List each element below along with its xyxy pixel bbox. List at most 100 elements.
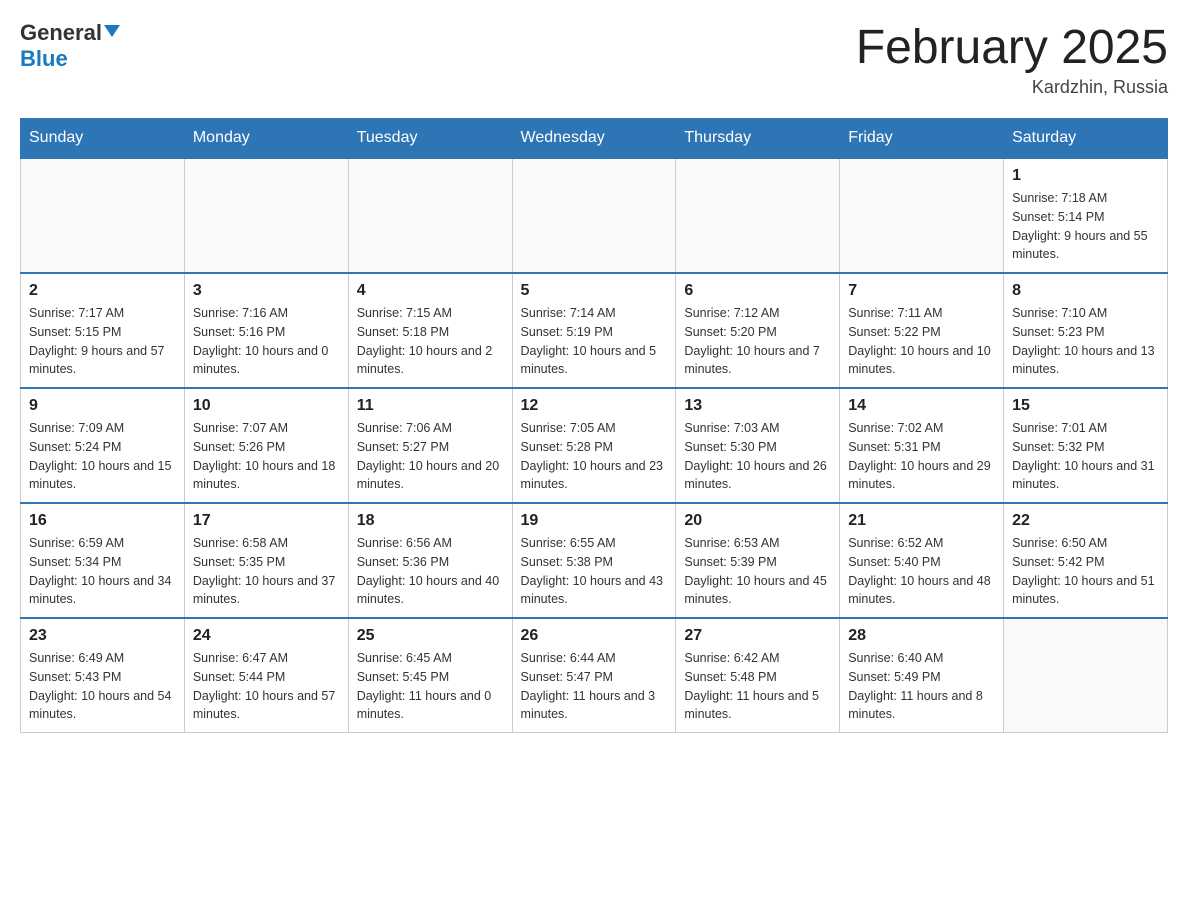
logo-triangle-icon	[104, 25, 120, 37]
day-number: 13	[684, 397, 831, 415]
day-of-week-header: Sunday	[21, 119, 185, 159]
day-info: Sunrise: 6:56 AMSunset: 5:36 PMDaylight:…	[357, 534, 504, 609]
calendar-day-cell: 18Sunrise: 6:56 AMSunset: 5:36 PMDayligh…	[348, 503, 512, 618]
day-info: Sunrise: 7:16 AMSunset: 5:16 PMDaylight:…	[193, 304, 340, 379]
calendar-day-cell	[512, 158, 676, 273]
calendar-week-row: 9 Sunrise: 7:09 AMSunset: 5:24 PMDaylight…	[21, 388, 1168, 503]
day-info: Sunrise: 6:44 AMSunset: 5:47 PMDaylight:…	[521, 649, 668, 724]
day-number: 8	[1012, 282, 1159, 300]
calendar-day-cell: 2Sunrise: 7:17 AMSunset: 5:15 PMDaylight…	[21, 273, 185, 388]
day-info: Sunrise: 6:45 AMSunset: 5:45 PMDaylight:…	[357, 649, 504, 724]
title-section: February 2025 Kardzhin, Russia	[856, 20, 1168, 98]
day-number: 23	[29, 627, 176, 645]
logo-general-text: General	[20, 20, 102, 46]
calendar-day-cell: 20 Sunrise: 6:53 AMSunset: 5:39 PMDayligh…	[676, 503, 840, 618]
day-info: Sunrise: 7:18 AMSunset: 5:14 PMDaylight:…	[1012, 189, 1159, 264]
calendar-day-cell	[1004, 618, 1168, 733]
calendar-day-cell: 1 Sunrise: 7:18 AMSunset: 5:14 PMDaylight…	[1004, 158, 1168, 273]
calendar-day-cell: 6 Sunrise: 7:12 AMSunset: 5:20 PMDaylight…	[676, 273, 840, 388]
day-number: 12	[521, 397, 668, 415]
day-info: Sunrise: 7:11 AMSunset: 5:22 PMDaylight:…	[848, 304, 995, 379]
day-info: Sunrise: 7:03 AMSunset: 5:30 PMDaylight:…	[684, 419, 831, 494]
calendar-week-row: 2Sunrise: 7:17 AMSunset: 5:15 PMDaylight…	[21, 273, 1168, 388]
day-number: 24	[193, 627, 340, 645]
logo: General Blue	[20, 20, 120, 72]
day-info: Sunrise: 7:07 AMSunset: 5:26 PMDaylight:…	[193, 419, 340, 494]
calendar-day-cell: 4 Sunrise: 7:15 AMSunset: 5:18 PMDaylight…	[348, 273, 512, 388]
day-info: Sunrise: 6:58 AMSunset: 5:35 PMDaylight:…	[193, 534, 340, 609]
calendar-day-cell: 23Sunrise: 6:49 AMSunset: 5:43 PMDayligh…	[21, 618, 185, 733]
day-of-week-header: Friday	[840, 119, 1004, 159]
day-info: Sunrise: 6:50 AMSunset: 5:42 PMDaylight:…	[1012, 534, 1159, 609]
day-number: 17	[193, 512, 340, 530]
day-number: 22	[1012, 512, 1159, 530]
day-of-week-header: Saturday	[1004, 119, 1168, 159]
calendar-day-cell	[184, 158, 348, 273]
day-info: Sunrise: 7:10 AMSunset: 5:23 PMDaylight:…	[1012, 304, 1159, 379]
calendar-day-cell	[348, 158, 512, 273]
calendar-day-cell: 22 Sunrise: 6:50 AMSunset: 5:42 PMDayligh…	[1004, 503, 1168, 618]
day-info: Sunrise: 7:12 AMSunset: 5:20 PMDaylight:…	[684, 304, 831, 379]
day-number: 19	[521, 512, 668, 530]
day-number: 7	[848, 282, 995, 300]
calendar-day-cell: 5 Sunrise: 7:14 AMSunset: 5:19 PMDaylight…	[512, 273, 676, 388]
day-number: 15	[1012, 397, 1159, 415]
day-number: 4	[357, 282, 504, 300]
day-of-week-header: Wednesday	[512, 119, 676, 159]
day-info: Sunrise: 6:52 AMSunset: 5:40 PMDaylight:…	[848, 534, 995, 609]
day-info: Sunrise: 6:53 AMSunset: 5:39 PMDaylight:…	[684, 534, 831, 609]
day-number: 5	[521, 282, 668, 300]
calendar-day-cell: 9 Sunrise: 7:09 AMSunset: 5:24 PMDaylight…	[21, 388, 185, 503]
day-info: Sunrise: 7:09 AMSunset: 5:24 PMDaylight:…	[29, 419, 176, 494]
day-number: 1	[1012, 167, 1159, 185]
day-of-week-header: Thursday	[676, 119, 840, 159]
calendar-day-cell: 27 Sunrise: 6:42 AMSunset: 5:48 PMDayligh…	[676, 618, 840, 733]
day-info: Sunrise: 7:15 AMSunset: 5:18 PMDaylight:…	[357, 304, 504, 379]
month-title: February 2025	[856, 20, 1168, 75]
day-number: 11	[357, 397, 504, 415]
calendar-day-cell: 14 Sunrise: 7:02 AMSunset: 5:31 PMDayligh…	[840, 388, 1004, 503]
day-number: 20	[684, 512, 831, 530]
calendar-day-cell: 13 Sunrise: 7:03 AMSunset: 5:30 PMDayligh…	[676, 388, 840, 503]
location: Kardzhin, Russia	[856, 77, 1168, 98]
calendar-week-row: 23Sunrise: 6:49 AMSunset: 5:43 PMDayligh…	[21, 618, 1168, 733]
day-info: Sunrise: 7:02 AMSunset: 5:31 PMDaylight:…	[848, 419, 995, 494]
page-header: General Blue February 2025 Kardzhin, Rus…	[20, 20, 1168, 98]
day-number: 6	[684, 282, 831, 300]
calendar-day-cell: 16 Sunrise: 6:59 AMSunset: 5:34 PMDayligh…	[21, 503, 185, 618]
calendar-day-cell: 7 Sunrise: 7:11 AMSunset: 5:22 PMDaylight…	[840, 273, 1004, 388]
day-info: Sunrise: 6:42 AMSunset: 5:48 PMDaylight:…	[684, 649, 831, 724]
calendar-week-row: 16 Sunrise: 6:59 AMSunset: 5:34 PMDayligh…	[21, 503, 1168, 618]
calendar-day-cell: 12 Sunrise: 7:05 AMSunset: 5:28 PMDayligh…	[512, 388, 676, 503]
day-number: 9	[29, 397, 176, 415]
calendar-day-cell	[840, 158, 1004, 273]
day-number: 3	[193, 282, 340, 300]
calendar-day-cell: 3 Sunrise: 7:16 AMSunset: 5:16 PMDaylight…	[184, 273, 348, 388]
day-number: 28	[848, 627, 995, 645]
calendar-day-cell: 11 Sunrise: 7:06 AMSunset: 5:27 PMDayligh…	[348, 388, 512, 503]
day-info: Sunrise: 7:14 AMSunset: 5:19 PMDaylight:…	[521, 304, 668, 379]
calendar-day-cell: 21 Sunrise: 6:52 AMSunset: 5:40 PMDayligh…	[840, 503, 1004, 618]
logo-blue-text: Blue	[20, 46, 68, 72]
calendar-table: SundayMondayTuesdayWednesdayThursdayFrid…	[20, 118, 1168, 733]
calendar-day-cell: 25 Sunrise: 6:45 AMSunset: 5:45 PMDayligh…	[348, 618, 512, 733]
day-number: 14	[848, 397, 995, 415]
calendar-day-cell	[676, 158, 840, 273]
calendar-day-cell: 19Sunrise: 6:55 AMSunset: 5:38 PMDayligh…	[512, 503, 676, 618]
day-number: 21	[848, 512, 995, 530]
day-info: Sunrise: 7:06 AMSunset: 5:27 PMDaylight:…	[357, 419, 504, 494]
day-info: Sunrise: 7:05 AMSunset: 5:28 PMDaylight:…	[521, 419, 668, 494]
day-info: Sunrise: 6:59 AMSunset: 5:34 PMDaylight:…	[29, 534, 176, 609]
day-number: 10	[193, 397, 340, 415]
calendar-day-cell	[21, 158, 185, 273]
calendar-day-cell: 26 Sunrise: 6:44 AMSunset: 5:47 PMDayligh…	[512, 618, 676, 733]
day-number: 26	[521, 627, 668, 645]
calendar-day-cell: 8 Sunrise: 7:10 AMSunset: 5:23 PMDaylight…	[1004, 273, 1168, 388]
calendar-week-row: 1 Sunrise: 7:18 AMSunset: 5:14 PMDaylight…	[21, 158, 1168, 273]
calendar-day-cell: 24Sunrise: 6:47 AMSunset: 5:44 PMDayligh…	[184, 618, 348, 733]
day-number: 25	[357, 627, 504, 645]
day-number: 16	[29, 512, 176, 530]
day-of-week-header: Tuesday	[348, 119, 512, 159]
day-number: 27	[684, 627, 831, 645]
calendar-day-cell: 17 Sunrise: 6:58 AMSunset: 5:35 PMDayligh…	[184, 503, 348, 618]
